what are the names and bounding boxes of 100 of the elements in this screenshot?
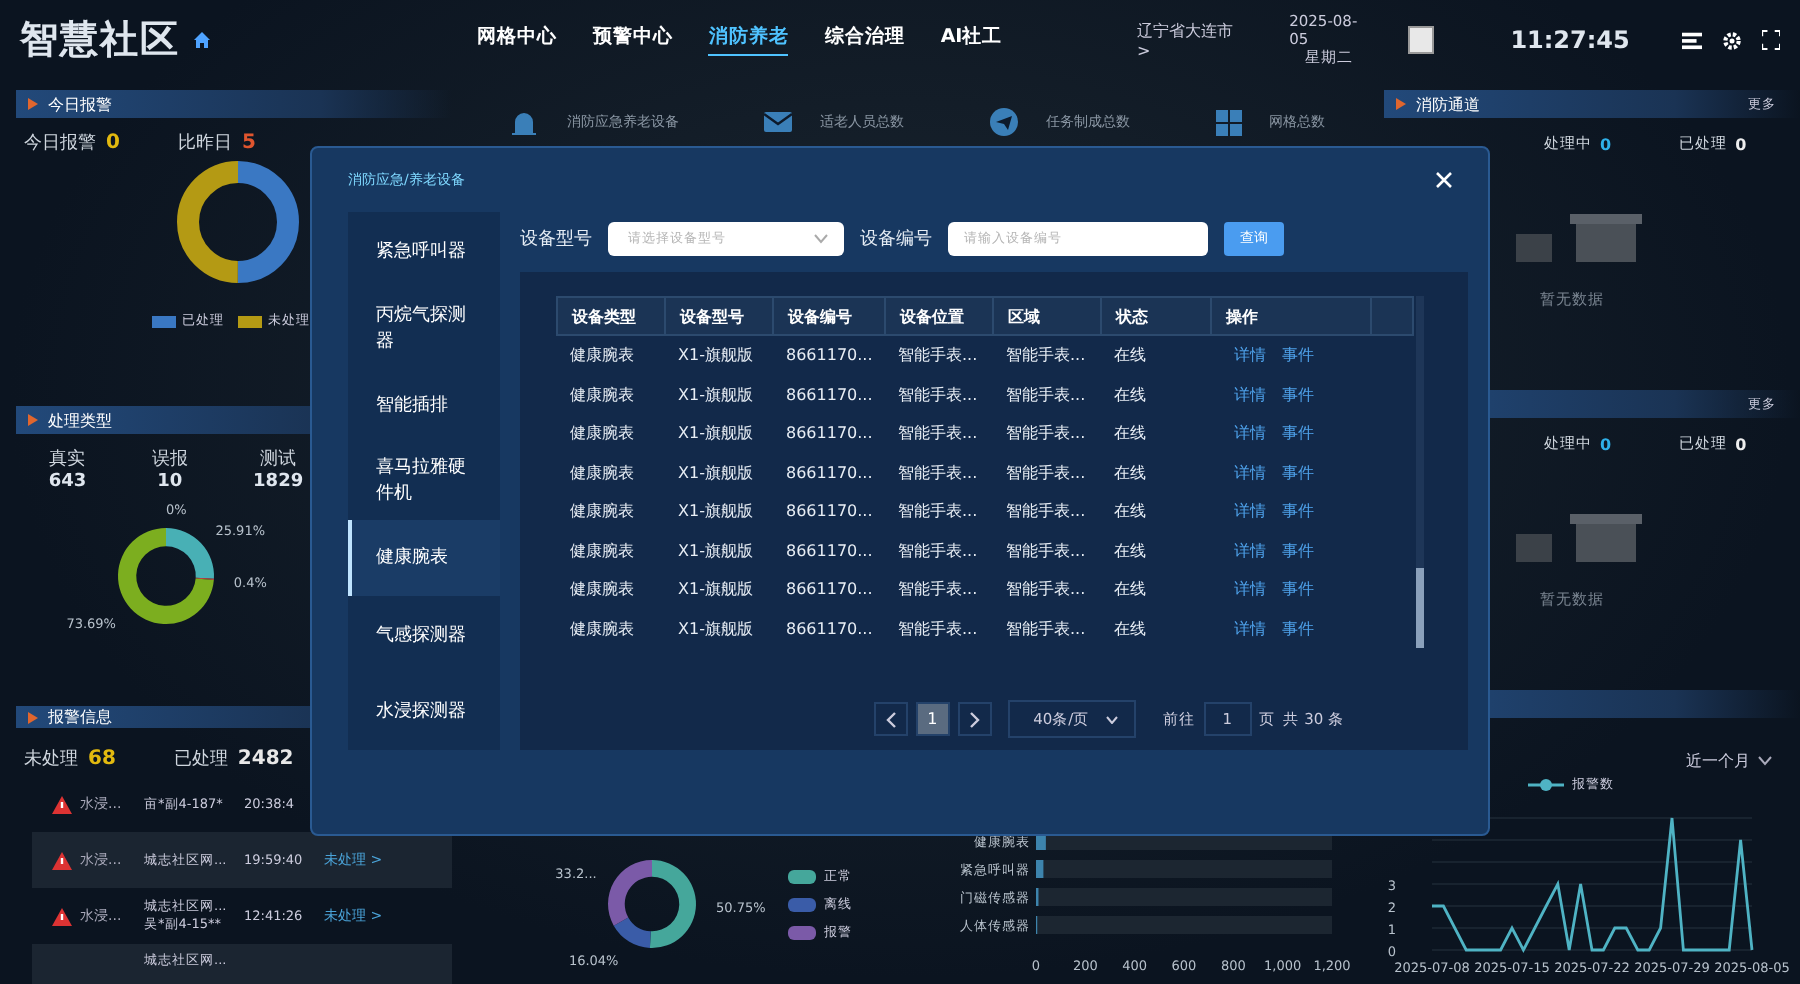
action-link[interactable]: 事件 (1282, 578, 1314, 601)
stat-label: 真实 (49, 447, 86, 472)
stat-label: 误报 (151, 447, 188, 472)
previous-page-button[interactable] (873, 702, 908, 736)
action-link[interactable]: 事件 (1282, 500, 1314, 523)
nav-tab[interactable]: 网格中心 (476, 24, 557, 56)
action-link[interactable]: 详情 (1234, 578, 1266, 601)
column-header: 设备编号 (774, 298, 886, 334)
stat-value: 0 (1735, 435, 1747, 453)
action-link[interactable]: 详情 (1234, 500, 1266, 523)
category-item[interactable]: 紧急呼叫器 (348, 212, 500, 289)
nav-tab[interactable]: 预警中心 (592, 24, 673, 56)
table-cell-text: 智能手表... (896, 344, 980, 367)
action-link[interactable]: 详情 (1234, 617, 1266, 640)
stat-value: 0 (1735, 135, 1747, 153)
action-link[interactable]: 事件 (1282, 539, 1314, 562)
table-cell-text: 健康腕表 (568, 383, 636, 406)
table-cell-text: 8661170... (784, 385, 875, 404)
app-title: 智慧社区 (20, 16, 180, 66)
stat-label: 测试 (260, 447, 297, 472)
table-cell-text: 健康腕表 (568, 617, 636, 640)
chevron-icon (1758, 756, 1772, 766)
settings-icon[interactable] (1721, 29, 1742, 51)
table-cell-text: X1-旗舰版 (676, 422, 755, 445)
range-dropdown[interactable]: 近一个月 (1686, 750, 1772, 772)
table-cell-text: 在线 (1112, 344, 1148, 367)
action-link[interactable]: 详情 (1234, 383, 1266, 406)
image-placeholder (1408, 26, 1435, 54)
action-link[interactable]: 事件 (1282, 422, 1314, 445)
fullscreen-icon[interactable] (1761, 30, 1780, 50)
legend-swatch (788, 925, 816, 939)
table-cell-text: 智能手表... (1004, 617, 1088, 640)
page-button[interactable]: 1 (915, 702, 950, 736)
table-cell-text: 在线 (1112, 422, 1148, 445)
table-cell-text: 健康腕表 (568, 422, 636, 445)
category-item[interactable]: 智能插排 (348, 365, 500, 443)
legend-swatch (788, 869, 816, 883)
table-cell-text: 在线 (1112, 539, 1148, 562)
bar (1036, 860, 1044, 878)
panel-title: 今日报警 (48, 93, 112, 115)
send-icon (989, 108, 1018, 136)
table-cell-text: 8661170... (784, 502, 875, 521)
stat-label: 未处理 (24, 747, 78, 772)
action-link[interactable]: 详情 (1234, 461, 1266, 484)
empty-boxes-drawing (1516, 214, 1644, 266)
table-cell-text: 8661170... (784, 463, 875, 482)
panel-title: 消防通道 (1416, 93, 1480, 115)
category-item[interactable]: 气感探测器 (348, 596, 500, 674)
category-item[interactable]: 水浸探测器 (348, 673, 500, 750)
stat-value: 10 (157, 472, 183, 492)
nav-tab[interactable]: 综合治理 (824, 24, 905, 56)
table-cell-text: 在线 (1112, 500, 1148, 523)
category-item[interactable]: 丙烷气探测器 (348, 288, 500, 366)
empty-boxes-drawing (1516, 514, 1644, 566)
table-cell-text: 健康腕表 (568, 500, 636, 523)
triangle-icon (1396, 98, 1406, 110)
table-cell-text: 健康腕表 (568, 461, 636, 484)
table-cell-text: 智能手表... (896, 461, 980, 484)
location-selector[interactable]: 辽宁省大连市 > (1137, 20, 1242, 60)
nav-tab[interactable]: 消防养老 (708, 24, 789, 56)
warning-icon (52, 851, 72, 869)
stat-value: 0 (1600, 435, 1612, 453)
table-cell-text: 智能手表... (896, 500, 980, 523)
next-page-button[interactable] (957, 702, 992, 736)
table-cell-text: 智能手表... (896, 617, 980, 640)
clock-time: 11:27:45 (1510, 26, 1630, 54)
close-icon[interactable] (1436, 172, 1452, 188)
table-cell-text: 8661170... (784, 541, 875, 560)
action-link[interactable]: 详情 (1234, 344, 1266, 367)
action-link[interactable]: 事件 (1282, 617, 1314, 640)
table-cell-text: 智能手表... (896, 578, 980, 601)
stat-value: 5 (241, 132, 256, 154)
table-cell-text: 智能手表... (1004, 422, 1088, 445)
table-cell-text: 智能手表... (896, 539, 980, 562)
category-item[interactable]: 喜马拉雅硬件机 (348, 442, 500, 520)
table-cell-text: X1-旗舰版 (676, 539, 755, 562)
action-link[interactable]: 详情 (1234, 422, 1266, 445)
table-cell-text: 智能手表... (1004, 539, 1088, 562)
triangle-icon (28, 414, 38, 426)
action-link[interactable]: 事件 (1282, 461, 1314, 484)
triangle-icon (28, 711, 38, 723)
column-header: 设备类型 (558, 298, 666, 334)
table-cell-text: 在线 (1112, 383, 1148, 406)
action-link[interactable]: 事件 (1282, 383, 1314, 406)
table-cell-text: 智能手表... (896, 422, 980, 445)
action-link[interactable]: 详情 (1234, 539, 1266, 562)
stat-label: 今日报警 (24, 131, 96, 156)
panel-title: 报警信息 (48, 706, 112, 728)
column-header: 设备型号 (666, 298, 774, 334)
table-cell-text: 智能手表... (1004, 500, 1088, 523)
category-item[interactable]: 健康腕表 (348, 519, 500, 597)
table-cell-text: X1-旗舰版 (676, 383, 755, 406)
home-icon[interactable] (192, 30, 212, 50)
chevron-icon (814, 233, 828, 243)
action-link[interactable]: 事件 (1282, 344, 1314, 367)
stat-value: 1829 (253, 472, 304, 492)
nav-tab[interactable]: AI社工 (940, 24, 1003, 56)
scrollbar[interactable] (1416, 296, 1424, 648)
table-cell-text: X1-旗舰版 (676, 500, 755, 523)
list-icon[interactable] (1681, 30, 1702, 50)
